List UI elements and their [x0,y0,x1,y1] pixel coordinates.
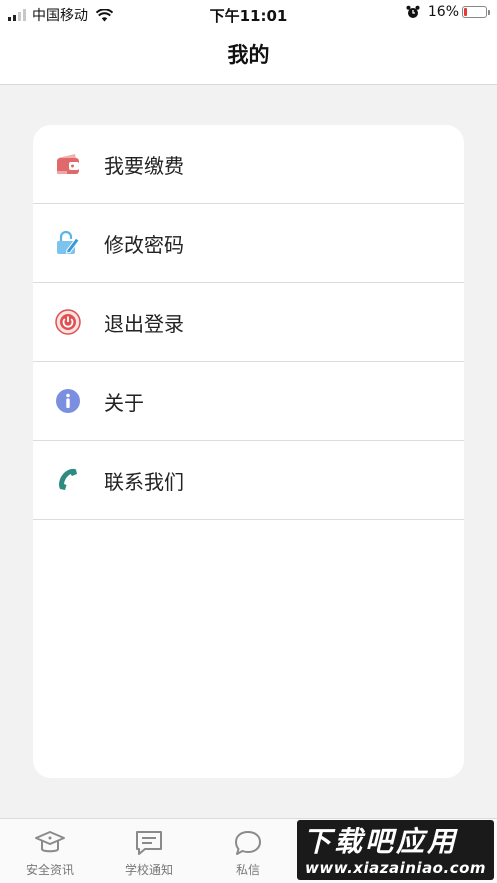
watermark: 下载吧应用 www.xiazainiao.com [297,820,494,880]
watermark-url: www.xiazainiao.com [305,859,487,877]
info-icon [55,388,81,414]
menu-item-label: 修改密码 [104,232,184,257]
battery-icon [462,6,490,18]
phone-icon [55,467,81,493]
watermark-title: 下载吧应用 [303,825,459,858]
battery-fill [464,8,467,16]
tab-school-notice[interactable]: 学校通知 [99,819,199,883]
page-title: 我的 [227,43,270,67]
logout-icon [55,309,81,335]
menu-item-label: 退出登录 [104,311,184,336]
menu-card: 我要缴费 修改密码 退出登录 关于 联系我们 [33,125,464,778]
status-bar: 中国移动 下午11:01 16% [0,0,497,28]
menu-item-contact-us[interactable]: 联系我们 [33,441,464,520]
tab-private-message[interactable]: 私信 [198,819,298,883]
tab-label: 安全资讯 [25,863,74,877]
menu-item-change-password[interactable]: 修改密码 [33,204,464,283]
menu-item-label: 联系我们 [104,469,184,494]
tab-security-news[interactable]: 安全资讯 [0,819,100,883]
menu-item-label: 关于 [104,390,144,415]
menu-item-payment[interactable]: 我要缴费 [33,125,464,204]
message-square-icon [136,831,162,855]
lock-edit-icon [55,230,81,256]
nav-bar: 我的 [0,28,497,85]
battery-percent: 16% [427,4,459,20]
tab-label: 私信 [235,863,260,877]
menu-item-logout[interactable]: 退出登录 [33,283,464,362]
menu-item-label: 我要缴费 [104,153,184,178]
status-right: 16% [406,4,490,20]
menu-item-about[interactable]: 关于 [33,362,464,441]
tab-label: 学校通知 [124,863,173,877]
chat-bubble-icon [235,831,261,855]
graduation-cap-icon [35,831,65,853]
alarm-icon [406,5,420,18]
wallet-icon [55,151,81,177]
